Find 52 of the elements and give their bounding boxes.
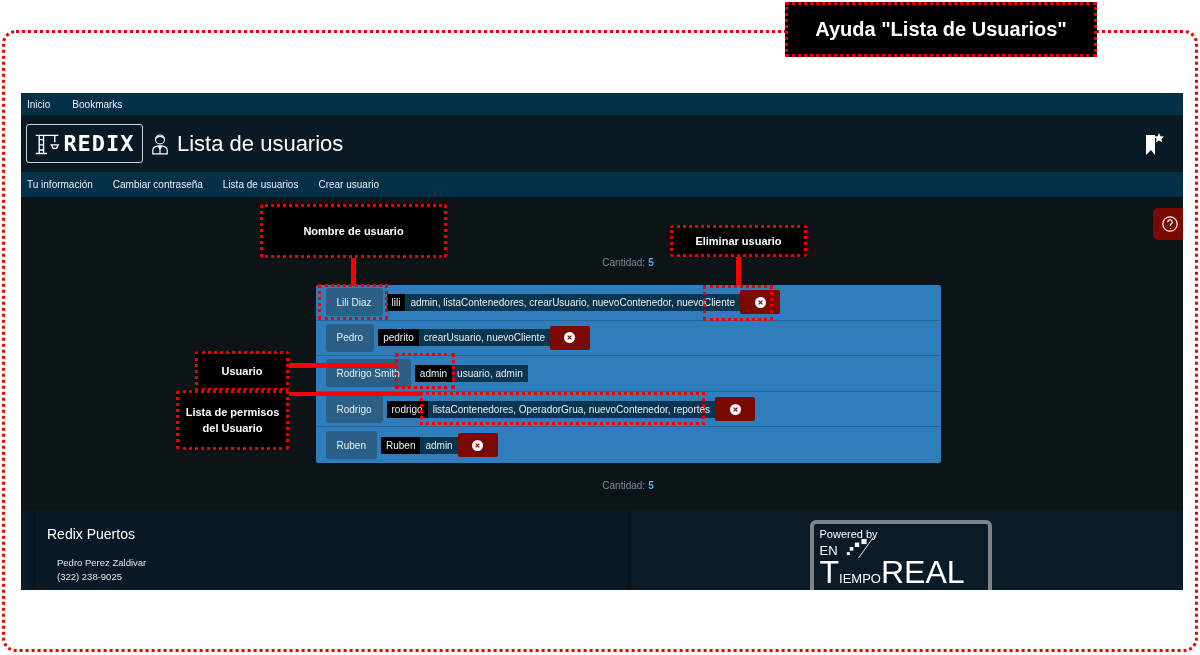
callout-label: Eliminar usuario: [670, 225, 807, 257]
callout-label: Usuario: [195, 351, 289, 391]
help-icon: [1161, 215, 1179, 233]
powered-by-caption: Powered by: [819, 528, 879, 540]
count-value: 5: [648, 257, 654, 269]
company-name: Redix Puertos: [47, 526, 136, 542]
user-name-button[interactable]: Ruben: [325, 431, 377, 460]
callout-label: Lista de permisos del Usuario: [176, 390, 289, 450]
nav-link[interactable]: Lista de usuarios: [222, 179, 299, 190]
user-icon: [151, 132, 169, 155]
delete-button[interactable]: [715, 397, 756, 422]
count-label: Cantidad:: [602, 479, 646, 492]
logo-word: REAL: [880, 558, 965, 586]
close-icon: [729, 403, 741, 415]
permissions-tag: admin, listaContenedores, crearUsuario, nuevoContenedor, nuevoCliente: [405, 293, 741, 311]
logo-word: EN: [819, 543, 838, 558]
permissions-tag: listaContenedores, OperadorGrua, nuevoContenedor, reportes: [427, 400, 716, 418]
user-name-button[interactable]: Rodrigo: [325, 395, 383, 424]
callout-label: Nombre de usuario: [260, 204, 447, 258]
menu-link[interactable]: Bookmarks: [72, 98, 123, 110]
close-icon: [754, 296, 766, 308]
username-tag: lili: [386, 293, 406, 311]
permissions-tag: crearUsuario, nuevoCliente: [418, 329, 550, 347]
nav-link[interactable]: Crear usuario: [318, 179, 380, 190]
username-tag: rodrigo: [386, 400, 428, 418]
user-name-button[interactable]: Lili Diaz: [325, 288, 383, 317]
delete-button[interactable]: [549, 325, 590, 350]
contact-name: Pedro Perez Zaldivar: [57, 556, 148, 570]
logo-word: IEMPO: [839, 571, 881, 588]
help-button[interactable]: [1153, 208, 1183, 240]
permissions-tag: usuario, admin: [452, 365, 528, 382]
logo: REDIX: [26, 124, 143, 163]
count-value: 5: [648, 479, 654, 492]
username-tag: pedrito: [378, 329, 419, 347]
help-title: Ayuda "Lista de Usuarios": [785, 2, 1097, 57]
permissions-tag: admin: [420, 436, 458, 454]
username-tag: Ruben: [380, 436, 421, 454]
phone-number: (322) 238-9025: [57, 570, 123, 584]
nav-link[interactable]: Tu información: [27, 179, 93, 190]
nav-link[interactable]: Cambiar contraseña: [112, 179, 203, 190]
delete-button[interactable]: [457, 433, 498, 458]
close-icon: [564, 332, 576, 344]
close-icon: [472, 439, 484, 451]
logo-word: T: [819, 558, 840, 586]
menu-link[interactable]: Inicio: [27, 98, 51, 110]
user-name-button[interactable]: Pedro: [325, 323, 375, 352]
count-label: Cantidad:: [602, 257, 646, 269]
bookmark-star-icon[interactable]: [1144, 131, 1164, 156]
page-title: Lista de usuarios: [177, 130, 344, 157]
highlight-box: [318, 284, 388, 320]
delete-button[interactable]: [740, 290, 781, 315]
username-tag: admin: [414, 365, 453, 382]
